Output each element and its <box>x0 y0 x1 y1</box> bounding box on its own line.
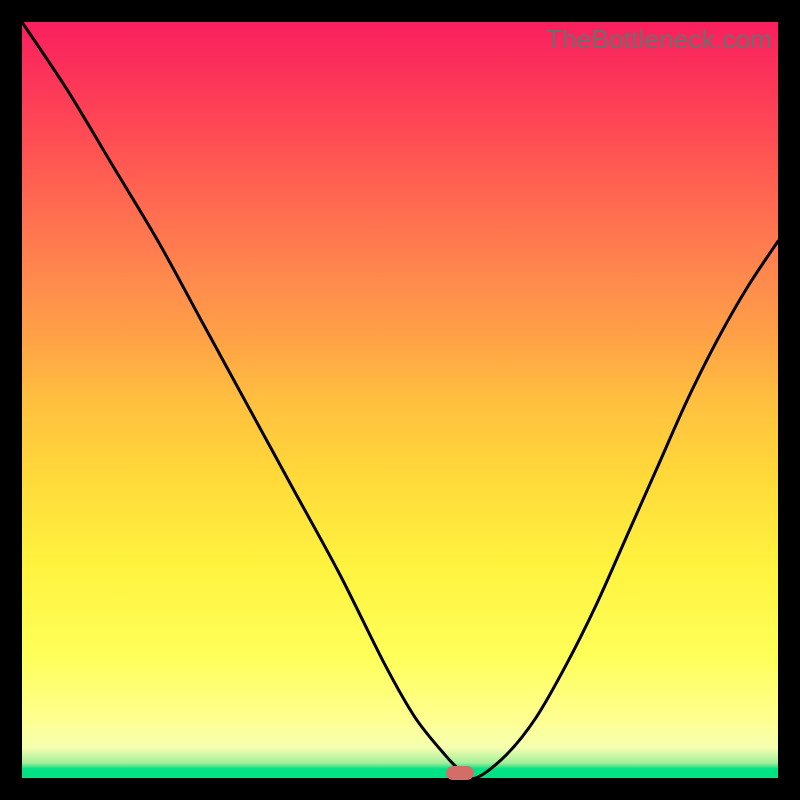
minimum-marker <box>446 766 474 780</box>
plot-area: TheBottleneck.com <box>22 22 778 778</box>
chart-frame: TheBottleneck.com <box>0 0 800 800</box>
curve-path <box>22 22 778 778</box>
bottleneck-curve <box>22 22 778 778</box>
